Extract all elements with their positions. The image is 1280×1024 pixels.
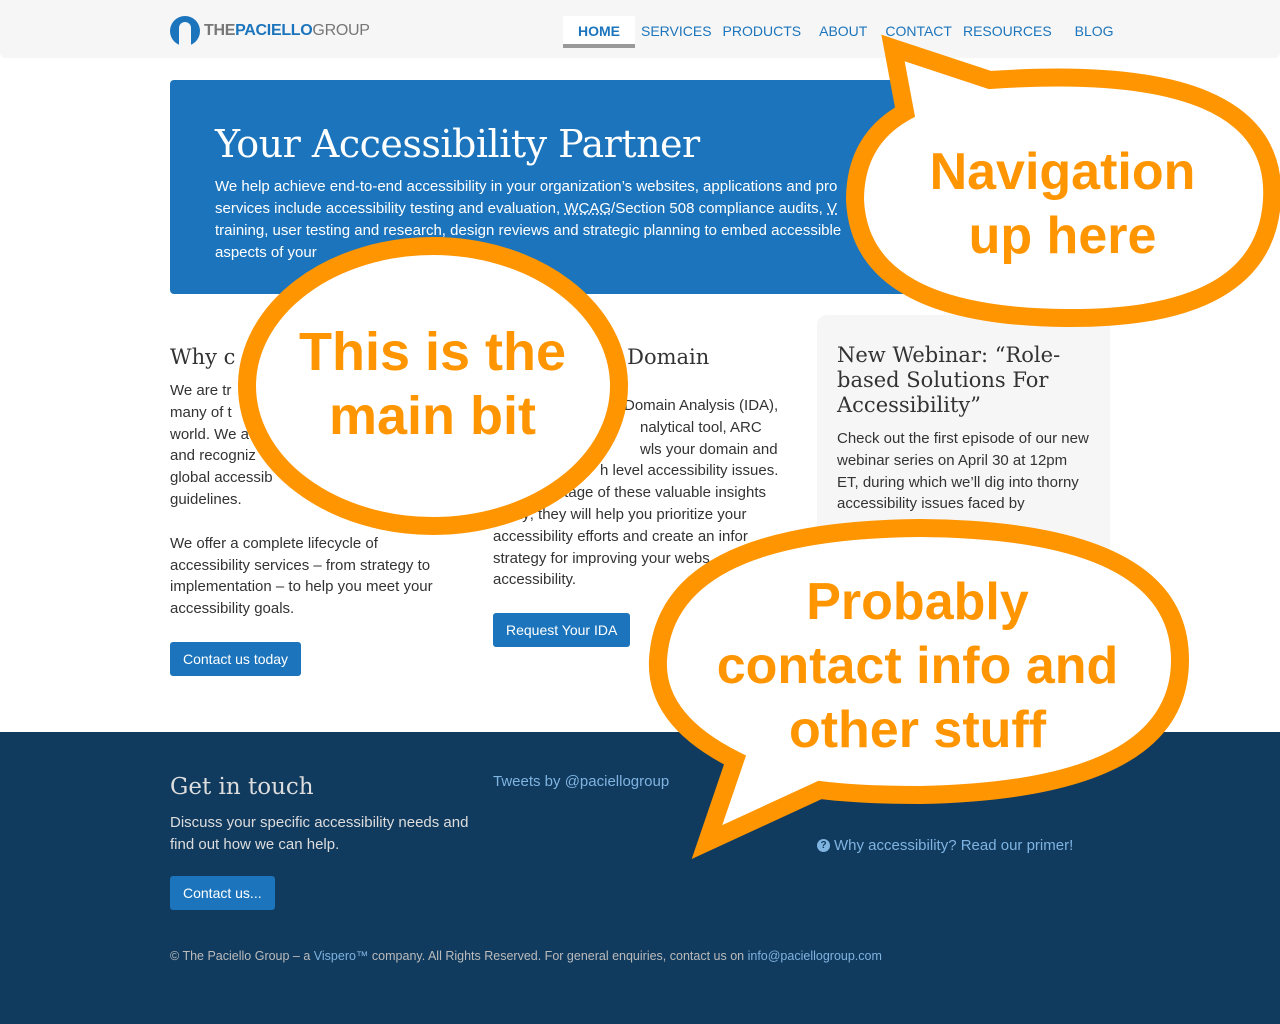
contact-annotation-text: Probably contact info and other stuff — [716, 573, 1119, 759]
vpat-abbr[interactable]: V — [827, 200, 837, 217]
nav-contact[interactable]: CONTACT — [885, 16, 952, 48]
primer-link[interactable]: ? Why accessibility? Read our primer! — [817, 837, 1073, 854]
hero-description: We help achieve end-to-end accessibility… — [215, 178, 842, 261]
nav-annotation-text: Navigation up here — [929, 143, 1196, 265]
request-ida-button[interactable]: Request Your IDA — [493, 613, 631, 648]
tweets-link[interactable]: Tweets by @paciellogroup — [493, 773, 669, 790]
nav-resources[interactable]: RESOURCES — [963, 16, 1052, 48]
nav-about[interactable]: ABOUT — [819, 16, 867, 48]
question-circle-icon: ? — [817, 839, 830, 852]
nav-products[interactable]: PRODUCTS — [723, 16, 802, 48]
webinar-card: New Webinar: “Role-based Solutions For A… — [817, 315, 1110, 575]
contact-us-today-button[interactable]: Contact us today — [170, 641, 302, 676]
site-logo[interactable]: THEPACIELLOGROUP — [170, 16, 370, 46]
why-us-para2: We offer a complete lifecycle of accessi… — [170, 534, 433, 618]
site-header: THEPACIELLOGROUP HOME SERVICES PRODUCTS … — [0, 0, 1280, 58]
copyright: © The Paciello Group – a Vispero™ compan… — [170, 949, 882, 963]
nav-blog[interactable]: BLOG — [1075, 16, 1114, 48]
footer-contact-button[interactable]: Contact us... — [170, 876, 275, 910]
main-nav: HOME SERVICES PRODUCTS ABOUT CONTACT RES… — [563, 16, 1114, 48]
vispero-link[interactable]: Vispero™ — [314, 949, 369, 963]
nav-home[interactable]: HOME — [563, 16, 635, 48]
nav-services[interactable]: SERVICES — [641, 16, 712, 48]
main-annotation-text: This is the main bit — [298, 322, 567, 446]
keyhole-logo-icon — [170, 16, 200, 46]
webinar-body: Check out the first episode of our new w… — [837, 430, 1089, 513]
webinar-title[interactable]: New Webinar: “Role-based Solutions For A… — [837, 343, 1090, 418]
wcag-abbr[interactable]: WCAG — [564, 200, 611, 217]
footer-description: Discuss your specific accessibility need… — [170, 814, 469, 853]
footer-heading: Get in touch — [170, 774, 314, 800]
site-footer: Get in touch Discuss your specific acces… — [0, 732, 1280, 1024]
email-link[interactable]: info@paciellogroup.com — [748, 949, 882, 963]
logo-text: THEPACIELLOGROUP — [204, 22, 370, 39]
